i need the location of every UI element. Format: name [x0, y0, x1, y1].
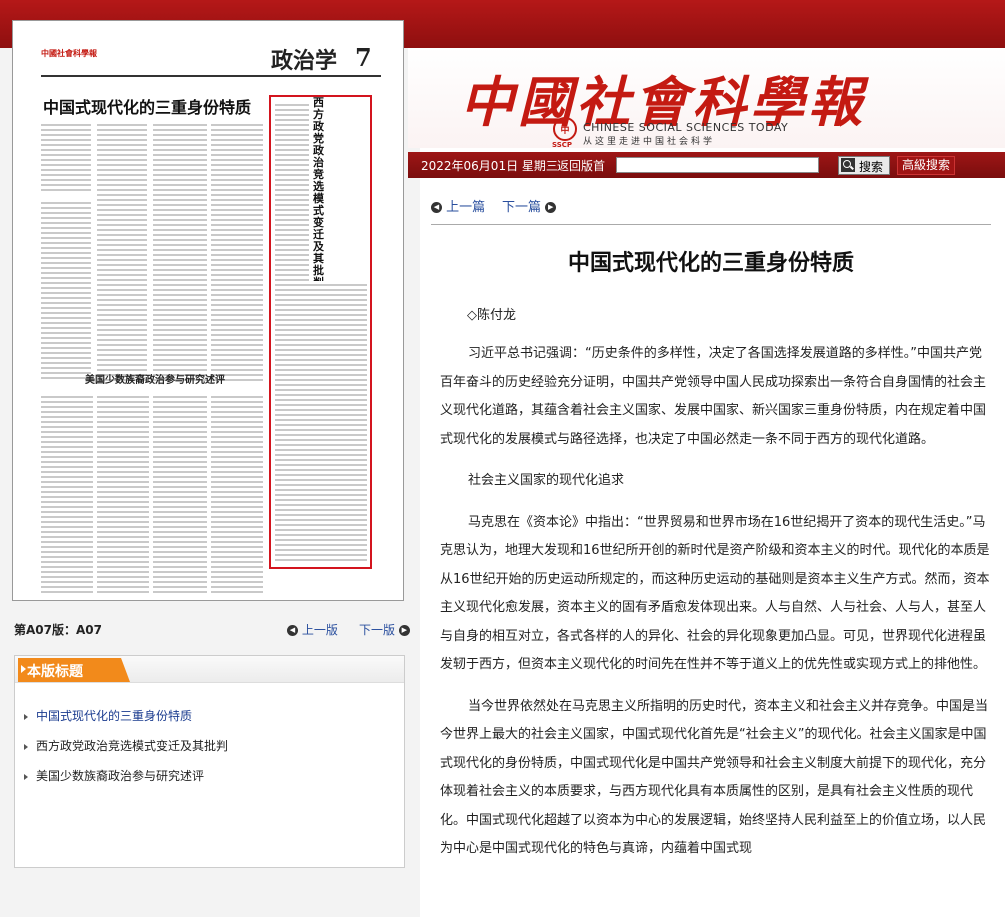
- headline-item[interactable]: 中国式现代化的三重身份特质: [24, 707, 192, 724]
- prev-page-label: 上一版: [301, 623, 338, 637]
- sscp-label: SSCP: [552, 141, 573, 149]
- next-article-link[interactable]: 下一篇 ▶: [502, 196, 557, 215]
- search-input[interactable]: [616, 157, 819, 173]
- article-paragraph: 习近平总书记强调：“历史条件的多样性，决定了各国选择发展道路的多样性。”中国共产…: [440, 346, 987, 447]
- arrow-left-icon: ◀: [431, 202, 442, 213]
- arrow-right-icon: ▶: [398, 625, 410, 636]
- next-page-label: 下一版: [359, 623, 396, 637]
- page-info: 第A07版：A07: [14, 623, 102, 637]
- section-headlines-box: [14, 655, 405, 868]
- article-divider: [431, 224, 991, 225]
- section-headlines-title: 本版标题: [27, 664, 83, 680]
- headline-item-label: 中国式现代化的三重身份特质: [36, 709, 193, 723]
- text-column: [41, 121, 91, 191]
- next-page-link[interactable]: 下一版 ▶: [359, 621, 410, 638]
- issue-date: 2022年06月01日 星期三: [421, 159, 558, 173]
- search-icon: [841, 158, 855, 172]
- prev-article-label: 上一篇: [446, 200, 486, 215]
- page-masthead-small: 中國社會科學報: [41, 49, 97, 58]
- prev-article-link[interactable]: ◀ 上一篇: [431, 196, 485, 215]
- text-column: [41, 393, 93, 593]
- sscp-logo-glyph: 中: [560, 126, 570, 136]
- arrow-right-icon: ▶: [545, 202, 557, 213]
- text-column: [153, 121, 207, 381]
- headline-item-label: 美国少数族裔政治参与研究述评: [36, 769, 205, 783]
- newspaper-page-image[interactable]: 中國社會科學報 政治学 7 中国式现代化的三重身份特质 美国少数族裔政治参与研究…: [12, 20, 404, 601]
- prev-page-link[interactable]: ◀ 上一版: [287, 621, 338, 638]
- text-column: [275, 281, 367, 561]
- article-subheading: 社会主义国家的现代化追求: [468, 473, 625, 488]
- article-paragraph: 当今世界依然处在马克思主义所指明的历史时代，资本主义和社会主义并存竞争。中国是当…: [440, 698, 989, 857]
- advanced-search-button[interactable]: 高級搜索: [897, 156, 955, 175]
- bullet-icon: [24, 743, 28, 750]
- page-second-headline[interactable]: 美国少数族裔政治参与研究述评: [85, 371, 225, 386]
- text-column: [97, 393, 149, 593]
- page-vertical-headline: 西方政党政治竞选模式变迁及其批判: [313, 96, 324, 289]
- masthead-subtitle: 从这里走进中国社会科学: [583, 137, 716, 147]
- headline-item[interactable]: 西方政党政治竞选模式变迁及其批判: [24, 737, 228, 754]
- headline-item-label: 西方政党政治竞选模式变迁及其批判: [36, 739, 229, 753]
- headline-item[interactable]: 美国少数族裔政治参与研究述评: [24, 767, 204, 784]
- bullet-icon: [24, 773, 28, 780]
- sscp-logo-icon: 中: [553, 117, 577, 141]
- article-body: 习近平总书记强调：“历史条件的多样性，决定了各国选择发展道路的多样性。”中国共产…: [440, 340, 991, 877]
- search-button[interactable]: 搜索: [838, 156, 890, 175]
- page-header-rule: [41, 75, 381, 77]
- text-column: [211, 393, 263, 593]
- bullet-icon: [24, 713, 28, 720]
- triangle-icon: [21, 665, 26, 673]
- text-column: [97, 121, 147, 381]
- page-headline[interactable]: 中国式现代化的三重身份特质: [43, 94, 251, 118]
- text-column: [211, 121, 263, 381]
- back-to-front-page-link[interactable]: 返回版首: [557, 157, 605, 174]
- text-column: [153, 393, 207, 593]
- next-article-label: 下一篇: [502, 200, 542, 215]
- page-number: 7: [355, 43, 372, 72]
- text-column: [41, 199, 91, 379]
- article-title: 中国式现代化的三重身份特质: [567, 251, 854, 276]
- article-author: ◇陈付龙: [467, 308, 516, 323]
- page-section-name: 政治学: [271, 48, 338, 74]
- masthead-english-title: CHINESE SOCIAL SCIENCES TODAY: [583, 121, 789, 134]
- search-button-label: 搜索: [859, 160, 884, 174]
- article-paragraph: 马克思在《资本论》中指出：“世界贸易和世界市场在16世纪揭开了资本的现代生活史。…: [440, 514, 990, 673]
- arrow-left-icon: ◀: [287, 625, 298, 636]
